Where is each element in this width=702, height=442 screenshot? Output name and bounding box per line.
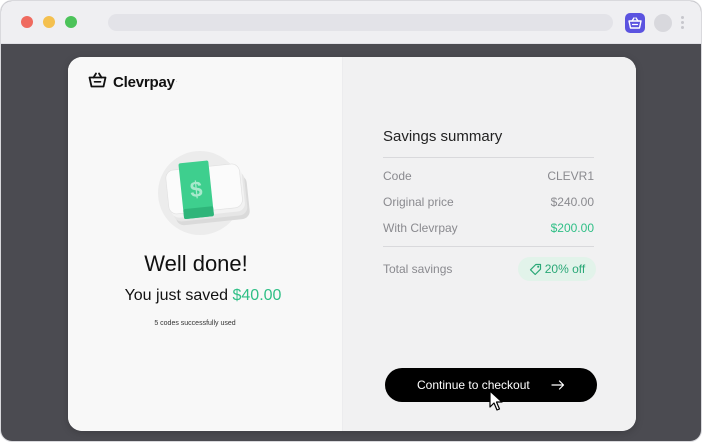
savings-prefix: You just saved: [124, 287, 229, 304]
summary-title: Savings summary: [383, 128, 503, 145]
savings-message: You just saved $40.00: [68, 287, 338, 305]
address-bar[interactable]: [108, 14, 613, 31]
minimize-window-button[interactable]: [43, 16, 55, 28]
code-value: CLEVR1: [547, 169, 594, 183]
browser-window: Clevrpay · $ Well done! You just saved $…: [0, 0, 702, 442]
tag-icon: [529, 263, 541, 275]
clevrpay-price-label: With Clevrpay: [383, 221, 458, 235]
checkout-button-label: Continue to checkout: [417, 378, 530, 392]
kebab-menu-icon[interactable]: [681, 16, 685, 32]
cash-stack-illustration: $: [152, 151, 256, 243]
savings-card: Clevrpay · $ Well done! You just saved $…: [68, 57, 636, 431]
code-label: Code: [383, 169, 412, 183]
discount-badge: 20% off: [518, 257, 596, 281]
brand-name: Clevrpay: [113, 74, 175, 91]
summary-panel: Savings summary Code CLEVR1 Original pri…: [342, 57, 636, 431]
total-savings-label: Total savings: [383, 262, 453, 276]
mouse-cursor-icon: [489, 390, 503, 417]
original-price-value: $240.00: [550, 195, 594, 209]
success-heading: Well done!: [144, 251, 248, 276]
discount-badge-label: 20% off: [544, 262, 586, 276]
confirmation-panel: Clevrpay · $ Well done! You just saved $…: [68, 57, 342, 431]
divider: [383, 157, 594, 158]
brand-logo: Clevrpay ·: [88, 72, 178, 93]
brand-mark: ·: [175, 78, 178, 85]
basket-icon: [88, 72, 107, 93]
maximize-window-button[interactable]: [65, 16, 77, 28]
profile-avatar[interactable]: [654, 14, 672, 32]
original-price-label: Original price: [383, 195, 454, 209]
svg-text:$: $: [189, 176, 204, 202]
divider: [383, 246, 594, 247]
arrow-right-icon: [551, 379, 565, 393]
browser-toolbar: [1, 1, 701, 44]
clevrpay-price-value: $200.00: [550, 221, 594, 235]
savings-amount: $40.00: [232, 287, 282, 304]
codes-used-note: 5 codes successfully used: [154, 320, 236, 327]
close-window-button[interactable]: [21, 16, 33, 28]
basket-icon[interactable]: [625, 13, 645, 33]
